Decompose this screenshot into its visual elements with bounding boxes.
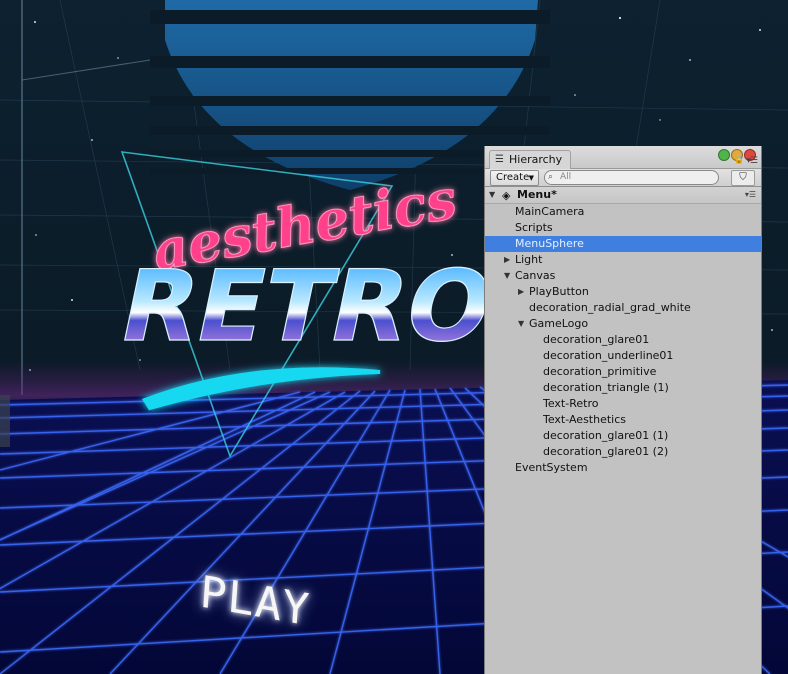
hierarchy-item[interactable]: decoration_primitive [485, 364, 761, 380]
hierarchy-item-label: decoration_primitive [543, 365, 657, 378]
hierarchy-item-label: decoration_radial_grad_white [529, 301, 691, 314]
hierarchy-toolbar: Create ▼ ⌕ All ⛉ [485, 169, 761, 187]
hierarchy-item-label: Text-Retro [543, 397, 599, 410]
lock-icon[interactable]: 🔒 [734, 155, 744, 164]
create-button-label: Create [496, 172, 530, 183]
hierarchy-item-label: Light [515, 253, 543, 266]
hierarchy-item-label: decoration_triangle (1) [543, 381, 669, 394]
hierarchy-item[interactable]: ▶ Light [485, 252, 761, 268]
hierarchy-item[interactable]: MainCamera [485, 204, 761, 220]
hierarchy-item-label: decoration_underline01 [543, 349, 674, 362]
create-button[interactable]: Create ▼ [490, 170, 539, 186]
hierarchy-item[interactable]: MenuSphere [485, 236, 761, 252]
logo-main-text: RETRO [111, 250, 503, 364]
search-input[interactable]: ⌕ All [544, 170, 719, 185]
hierarchy-item-label: decoration_glare01 (2) [543, 445, 669, 458]
collapsed-arrow-icon[interactable]: ▶ [504, 252, 510, 268]
scene-name: Menu* [517, 188, 557, 201]
hierarchy-item-label: GameLogo [529, 317, 589, 330]
hierarchy-item-label: decoration_glare01 (1) [543, 429, 669, 442]
hierarchy-item-label: EventSystem [515, 461, 588, 474]
list-icon: ☰ [495, 154, 504, 165]
hierarchy-item-label: PlayButton [529, 285, 589, 298]
search-placeholder: All [560, 172, 572, 182]
hierarchy-item[interactable]: decoration_triangle (1) [485, 380, 761, 396]
expanded-arrow-icon[interactable]: ▼ [518, 316, 524, 332]
collapsed-arrow-icon[interactable]: ▶ [518, 284, 524, 300]
unity-scene-icon: ◈ [502, 189, 511, 202]
hierarchy-tab-bar: ☰ Hierarchy 🔒 ▾☰ [485, 146, 761, 169]
filter-icon: ⛉ [739, 172, 747, 183]
hierarchy-filter-button[interactable]: ⛉ [731, 170, 755, 186]
hierarchy-item[interactable]: decoration_glare01 (1) [485, 428, 761, 444]
hierarchy-item-label: Canvas [515, 269, 556, 282]
hierarchy-item[interactable]: Text-Retro [485, 396, 761, 412]
hierarchy-item-label: Scripts [515, 221, 553, 234]
hierarchy-item[interactable]: decoration_underline01 [485, 348, 761, 364]
hierarchy-item[interactable]: ▶ PlayButton [485, 284, 761, 300]
expanded-arrow-icon[interactable]: ▼ [504, 268, 510, 284]
expand-arrow-icon[interactable]: ▼ [489, 187, 495, 203]
hierarchy-item[interactable]: Scripts [485, 220, 761, 236]
hierarchy-item-label: Text-Aesthetics [543, 413, 627, 426]
hierarchy-panel: ☰ Hierarchy 🔒 ▾☰ Create ▼ ⌕ All ⛉ ▼ ◈ Me… [484, 146, 762, 674]
hierarchy-item[interactable]: ▼ GameLogo [485, 316, 761, 332]
hierarchy-item-label: decoration_glare01 [543, 333, 650, 346]
tab-hierarchy[interactable]: ☰ Hierarchy [489, 150, 571, 169]
hierarchy-item[interactable]: Text-Aesthetics [485, 412, 761, 428]
scene-options-icon[interactable]: ▾☰ [745, 187, 756, 203]
hierarchy-item[interactable]: decoration_radial_grad_white [485, 300, 761, 316]
hierarchy-item[interactable]: ▼ Canvas [485, 268, 761, 284]
scene-row-menu[interactable]: ▼ ◈ Menu* ▾☰ [485, 187, 761, 204]
hierarchy-item[interactable]: decoration_glare01 [485, 332, 761, 348]
tab-hierarchy-label: Hierarchy [509, 153, 563, 166]
green-light-icon[interactable] [718, 149, 730, 161]
hierarchy-item-label: MainCamera [515, 205, 585, 218]
caret-down-icon: ▼ [528, 174, 534, 182]
hierarchy-item[interactable]: EventSystem [485, 460, 761, 476]
search-icon: ⌕ [548, 172, 554, 182]
hierarchy-item-label: MenuSphere [515, 237, 584, 250]
panel-menu-icon[interactable]: ▾☰ [746, 156, 758, 166]
hierarchy-item[interactable]: decoration_glare01 (2) [485, 444, 761, 460]
